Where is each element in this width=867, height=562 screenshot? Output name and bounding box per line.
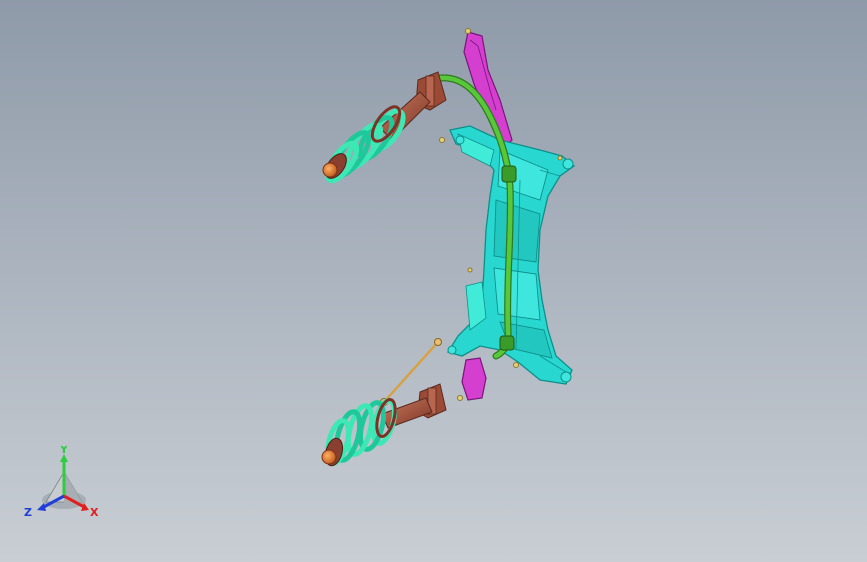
strut-assembly-lower[interactable] bbox=[321, 338, 447, 468]
z-axis-label: Z bbox=[24, 506, 32, 519]
3d-model-viewport[interactable] bbox=[0, 0, 867, 562]
top-mount-lower[interactable] bbox=[321, 449, 337, 465]
top-mount-upper[interactable] bbox=[322, 162, 338, 178]
view-orientation-triad[interactable]: Y Z X bbox=[22, 446, 108, 526]
y-axis-label: Y bbox=[59, 446, 69, 456]
strut-assembly-upper[interactable] bbox=[321, 71, 447, 185]
x-axis-label: X bbox=[90, 506, 99, 519]
side-rail-lower[interactable] bbox=[461, 357, 487, 401]
